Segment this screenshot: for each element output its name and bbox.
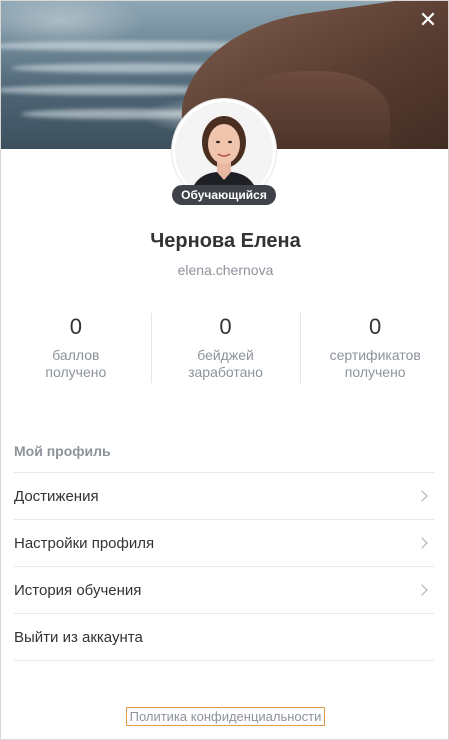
menu-item-label: История обучения	[14, 581, 142, 599]
stat-label-line: получено	[344, 364, 406, 380]
menu-item-profile-settings[interactable]: Настройки профиля	[14, 520, 434, 567]
menu-item-label: Настройки профиля	[14, 534, 155, 552]
chevron-right-icon	[416, 584, 428, 596]
stat-value: 0	[369, 314, 382, 339]
menu-item-label: Выйти из аккаунта	[14, 628, 143, 646]
close-icon: ✕	[418, 8, 438, 33]
stat-label-line: сертификатов	[329, 347, 421, 363]
menu-item-label: Достижения	[14, 487, 99, 505]
stat-label-line: баллов	[52, 347, 100, 363]
user-name: Чернова Елена	[150, 230, 301, 252]
stat-label: бейджей заработано	[151, 347, 301, 381]
role-badge: Обучающийся	[172, 185, 276, 205]
close-button[interactable]: ✕	[414, 7, 442, 35]
menu-title: Мой профиль	[14, 443, 111, 459]
stats-row: 0 баллов получено 0 бейджей заработано 0…	[1, 313, 448, 385]
stat-label-line: бейджей	[197, 347, 254, 363]
menu-item-achievements[interactable]: Достижения	[14, 473, 434, 520]
stat-label-line: получено	[45, 364, 107, 380]
chevron-right-icon	[416, 490, 428, 502]
stat-badges: 0 бейджей заработано	[150, 313, 301, 385]
stat-value: 0	[219, 314, 232, 339]
profile-menu: Достижения Настройки профиля История обу…	[14, 472, 434, 661]
stat-label: баллов получено	[1, 347, 151, 381]
privacy-footer: Политика конфиденциальности	[1, 707, 448, 726]
stat-label-line: заработано	[188, 364, 263, 380]
chevron-right-icon	[416, 537, 428, 549]
user-login: elena.chernova	[177, 262, 274, 278]
privacy-policy-link[interactable]: Политика конфиденциальности	[125, 707, 326, 726]
menu-item-logout[interactable]: Выйти из аккаунта	[14, 614, 434, 661]
stat-certificates: 0 сертификатов получено	[300, 313, 448, 385]
menu-item-learning-history[interactable]: История обучения	[14, 567, 434, 614]
stat-points: 0 баллов получено	[1, 313, 151, 385]
stat-value: 0	[69, 314, 82, 339]
profile-panel: ✕ Обучающийся Чернова Елена elena.cherno…	[0, 0, 449, 740]
stat-label: сертификатов получено	[300, 347, 448, 381]
